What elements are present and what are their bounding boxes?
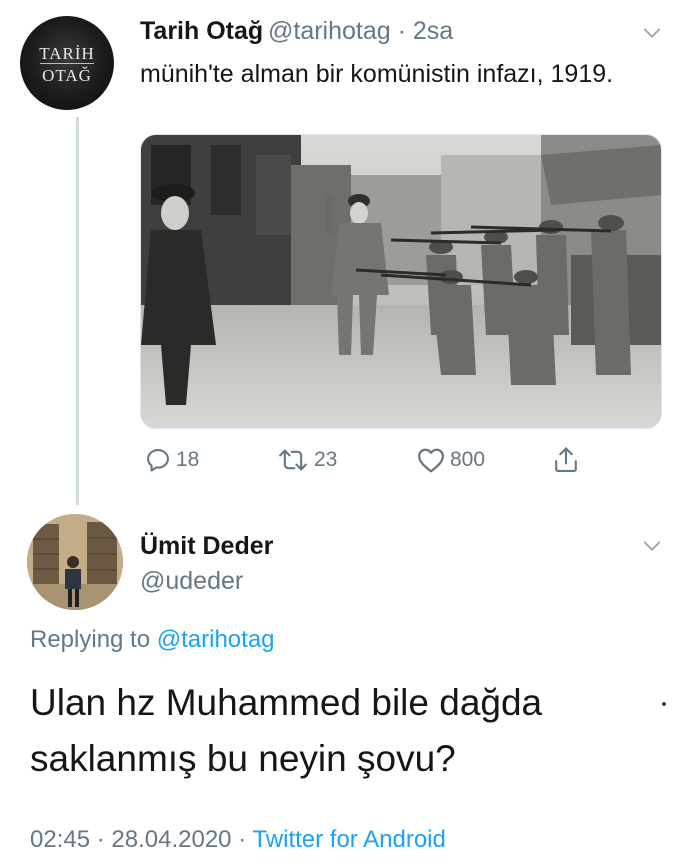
reply-source-link[interactable]: Twitter for Android <box>252 826 445 853</box>
share-icon <box>555 447 577 472</box>
execution-photo-image <box>141 135 661 428</box>
chevron-down-icon[interactable] <box>641 535 663 557</box>
meta-separator: · <box>96 826 105 853</box>
author-name[interactable]: Tarih Otağ <box>140 17 263 46</box>
decorative-dot <box>662 702 666 706</box>
reply-author-avatar[interactable] <box>27 514 123 610</box>
reply-count: 18 <box>176 448 200 471</box>
thread-line <box>76 117 79 505</box>
retweet-icon <box>279 449 307 471</box>
like-count: 800 <box>450 448 486 471</box>
tweet-time: 2sa <box>412 17 454 45</box>
reply-author-handle[interactable]: @udeder <box>140 567 243 596</box>
avatar-logo-line2: OTAĞ <box>42 66 92 85</box>
like-icon <box>418 448 444 473</box>
reply-date: 28.04.2020 <box>111 826 232 853</box>
like-button[interactable]: 800 <box>416 443 485 477</box>
replying-to-mention[interactable]: @tarihotag <box>157 626 275 653</box>
replying-to-label: Replying to <box>30 626 151 653</box>
chevron-down-icon[interactable] <box>641 22 663 44</box>
reply-author-name[interactable]: Ümit Deder <box>140 532 273 561</box>
tweet-photo[interactable] <box>140 134 662 429</box>
tweet-action-bar: 18 23 800 <box>140 443 660 477</box>
reply-button[interactable]: 18 <box>144 443 199 477</box>
author-avatar[interactable]: TARİH OTAĞ <box>20 16 114 110</box>
avatar-logo-line1: TARİH <box>39 44 95 63</box>
meta-separator: · <box>397 17 406 45</box>
avatar-logo-divider <box>40 63 94 64</box>
reply-text: Ulan hz Muhammed bile dağda saklanmış bu… <box>30 682 543 779</box>
author-handle-and-time[interactable]: @tarihotag · 2sa <box>268 17 453 46</box>
reply-icon <box>147 449 169 472</box>
meta-separator: · <box>238 826 247 853</box>
retweet-button[interactable]: 23 <box>276 443 337 477</box>
reply-time: 02:45 <box>30 826 91 853</box>
reply-timestamp-line: 02:45 · 28.04.2020 · Twitter for Android <box>30 826 446 854</box>
tweet-text: münih'te alman bir komünistin infazı, 19… <box>140 60 614 88</box>
author-handle: @tarihotag <box>268 17 391 45</box>
share-button[interactable] <box>552 443 580 477</box>
retweet-count: 23 <box>314 448 338 471</box>
reply-avatar-image <box>27 514 123 610</box>
replying-to-line: Replying to @tarihotag <box>30 626 275 654</box>
